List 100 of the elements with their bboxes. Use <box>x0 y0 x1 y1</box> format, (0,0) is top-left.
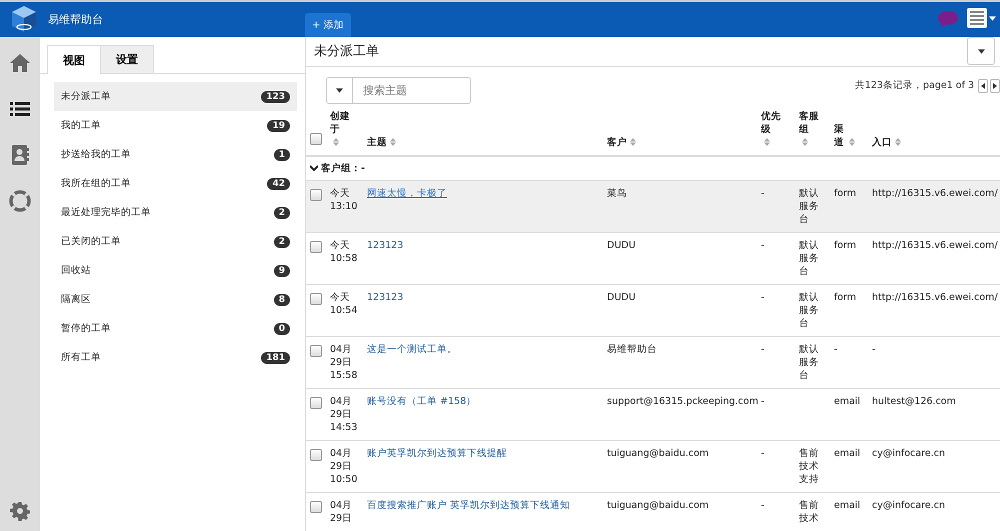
customer-name: DUDU <box>607 292 636 303</box>
lifebuoy-icon[interactable] <box>9 190 31 212</box>
customer-name: DUDU <box>607 240 636 251</box>
count-badge: 19 <box>267 120 290 132</box>
entry-value: cy@infocare.cn <box>872 448 946 459</box>
count-badge: 8 <box>274 294 290 306</box>
sidebar-tab[interactable]: 视图 <box>47 45 101 74</box>
row-checkbox[interactable] <box>310 189 322 201</box>
view-label: 暂停的工单 <box>61 322 111 335</box>
view-label: 抄送给我的工单 <box>61 148 131 161</box>
subject-link[interactable]: 123123 <box>367 240 404 251</box>
view-item[interactable]: 暂停的工单 0 <box>54 314 297 343</box>
row-checkbox[interactable] <box>310 501 322 513</box>
view-label: 隔离区 <box>61 293 91 306</box>
view-item[interactable]: 抄送给我的工单 1 <box>54 140 297 169</box>
priority-value: - <box>761 188 764 199</box>
service-group: 默认服务台 <box>799 239 823 278</box>
column-header[interactable]: 渠道 <box>834 122 856 148</box>
entry-value: http://16315.v6.ewei.com/ <box>872 240 998 251</box>
column-header[interactable]: 主题 <box>367 136 396 148</box>
left-arrow-icon[interactable] <box>981 82 985 89</box>
channel-value: email <box>834 500 860 511</box>
view-item[interactable]: 回收站 9 <box>54 256 297 285</box>
customer-name: support@16315.pckeeping.com <box>607 396 758 407</box>
sort-icon <box>630 138 636 146</box>
customer-name: 菜鸟 <box>607 188 627 199</box>
row-checkbox[interactable] <box>310 293 322 305</box>
chevron-down-icon[interactable] <box>310 165 318 171</box>
subject-link[interactable]: 百度搜索推广账户 英孚凯尔到达预算下线通知 <box>367 500 570 511</box>
entry-value: http://16315.v6.ewei.com/ <box>872 292 998 303</box>
service-group: 默认服务台 <box>799 187 823 226</box>
subject-link[interactable]: 这是一个测试工单。 <box>367 344 457 355</box>
group-label: 客户组：- <box>321 162 365 174</box>
column-header[interactable]: 创建于 <box>330 110 354 148</box>
settings-icon[interactable] <box>10 501 30 521</box>
previous-page-button[interactable] <box>978 78 988 93</box>
entry-value: hultest@126.com <box>872 396 956 407</box>
caret-icon <box>978 48 984 54</box>
row-checkbox[interactable] <box>310 449 322 461</box>
service-group: 默认服务台 <box>799 343 823 382</box>
column-header[interactable]: 客户 <box>607 136 636 148</box>
priority-value: - <box>761 292 764 303</box>
count-badge: 9 <box>274 264 290 276</box>
subject-link[interactable]: 账户英孚凯尔到达预算下线提醒 <box>367 448 507 459</box>
view-label: 所有工单 <box>61 351 101 364</box>
search-field[interactable]: 搜索主题 <box>353 78 470 103</box>
customer-name: tuiguang@baidu.com <box>607 448 709 459</box>
view-item[interactable]: 已关闭的工单 2 <box>54 227 297 256</box>
view-item[interactable]: 最近处理完毕的工单 2 <box>54 198 297 227</box>
sort-icon <box>333 138 339 146</box>
select-all-checkbox[interactable] <box>310 132 322 144</box>
search-box[interactable]: 搜索主题 <box>326 76 471 104</box>
cube-logo-icon <box>10 5 38 33</box>
view-label: 未分派工单 <box>61 90 111 103</box>
count-badge: 2 <box>274 206 290 218</box>
priority-value: - <box>761 344 764 355</box>
caret-icon[interactable] <box>336 88 343 93</box>
row-checkbox[interactable] <box>310 241 322 253</box>
channel-value: form <box>834 188 856 199</box>
avatar-thumbnail[interactable] <box>967 8 987 28</box>
app-title: 易维帮助台 <box>48 12 104 27</box>
count-badge: 181 <box>261 352 290 364</box>
customer-name: tuiguang@baidu.com <box>607 500 709 511</box>
column-header[interactable]: 入口 <box>872 136 901 148</box>
channel-value: email <box>834 396 860 407</box>
right-arrow-icon[interactable] <box>993 82 997 89</box>
view-item[interactable]: 隔离区 8 <box>54 285 297 314</box>
view-item[interactable]: 我的工单 19 <box>54 111 297 140</box>
priority-value: - <box>761 240 764 251</box>
channel-value: form <box>834 240 856 251</box>
channel-value: email <box>834 448 860 459</box>
subject-link[interactable]: 123123 <box>367 292 404 303</box>
view-label: 我的工单 <box>61 119 101 132</box>
column-header[interactable]: 优先级 <box>761 110 785 148</box>
count-badge: 1 <box>274 148 290 160</box>
contact-card-icon[interactable] <box>9 144 31 166</box>
row-checkbox[interactable] <box>310 345 322 357</box>
view-item[interactable]: 所有工单 181 <box>54 343 297 372</box>
next-page-button[interactable] <box>990 78 1000 93</box>
page-title: 未分派工单 <box>314 43 379 60</box>
entry-value: http://16315.v6.ewei.com/ <box>872 188 998 199</box>
count-badge: 123 <box>261 90 290 102</box>
column-header[interactable]: 客服组 <box>799 110 823 148</box>
sort-icon <box>895 138 901 146</box>
subject-link[interactable]: 账号没有（工单 #158） <box>367 396 476 407</box>
count-badge: 0 <box>274 322 290 334</box>
pagination-text: 共123条记录，page1 of 3 <box>854 79 974 92</box>
view-label: 最近处理完毕的工单 <box>61 206 151 219</box>
home-icon[interactable] <box>9 52 31 74</box>
subject-link[interactable]: 网速太慢，卡极了 <box>367 188 447 199</box>
view-item[interactable]: 未分派工单 123 <box>54 82 297 111</box>
view-item[interactable]: 我所在组的工单 42 <box>54 169 297 198</box>
caret-icon[interactable] <box>989 16 996 21</box>
add-tab[interactable]: + 添加 <box>305 13 351 37</box>
service-group: 默认服务台 <box>799 291 823 330</box>
sidebar-tab[interactable]: 设置 <box>100 45 154 73</box>
priority-value: - <box>761 396 764 407</box>
created-time: 04月29日 <box>330 499 354 525</box>
row-checkbox[interactable] <box>310 397 322 409</box>
view-label: 回收站 <box>61 264 91 277</box>
